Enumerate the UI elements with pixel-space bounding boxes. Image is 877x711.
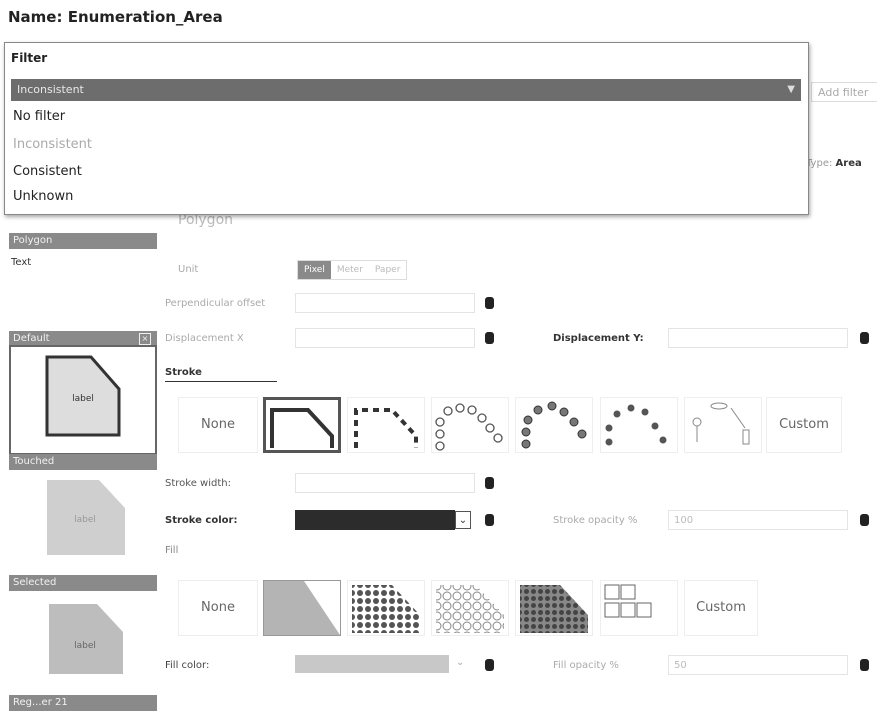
fill-option-custom[interactable]: Custom	[684, 580, 758, 636]
stroke-option-circles[interactable]	[431, 397, 509, 453]
touched-style-preview[interactable]: label	[9, 470, 157, 580]
stroke-option-dashed[interactable]	[347, 397, 425, 453]
stroke-opacity-label: Stroke opacity %	[553, 515, 638, 526]
polygon-sample-label: label	[74, 515, 96, 525]
filter-select[interactable]: Inconsistent ▼	[11, 79, 801, 101]
fill-symbols-icon	[604, 584, 652, 618]
unit-option-paper[interactable]: Paper	[369, 261, 407, 279]
filter-label: Filter	[11, 51, 48, 65]
stroke-spaced-dots-icon	[605, 404, 667, 446]
database-icon[interactable]	[860, 514, 869, 526]
sidebar-tab-polygon[interactable]: Polygon	[9, 233, 157, 249]
selected-style-preview[interactable]: label	[9, 592, 157, 702]
filter-selected-value: Inconsistent	[17, 83, 84, 96]
fill-option-dots[interactable]	[347, 580, 425, 636]
fill-solid-icon	[264, 581, 340, 635]
stroke-color-label: Stroke color:	[165, 515, 238, 526]
stroke-width-input[interactable]	[295, 473, 475, 493]
perpendicular-offset-label: Perpendicular offset	[165, 298, 266, 309]
stroke-opacity-input[interactable]: 100	[668, 510, 848, 530]
fill-circles-icon	[436, 585, 504, 633]
stroke-color-swatch[interactable]	[295, 510, 455, 530]
database-icon[interactable]	[485, 332, 494, 344]
stroke-option-custom[interactable]: Custom	[766, 397, 842, 453]
displacement-x-input[interactable]	[295, 328, 475, 348]
chevron-down-icon[interactable]: ⌄	[455, 511, 471, 529]
fill-dots-icon	[352, 585, 420, 633]
fill-option-solid[interactable]	[263, 580, 341, 636]
stroke-dots-icon	[521, 401, 587, 449]
close-icon[interactable]: ×	[139, 333, 151, 345]
sidebar-item-text[interactable]: Text	[11, 257, 31, 268]
stroke-option-dots[interactable]	[515, 397, 593, 453]
fill-section-title: Fill	[165, 545, 179, 556]
fill-opacity-input[interactable]: 50	[668, 655, 848, 675]
fill-option-none[interactable]: None	[178, 580, 258, 636]
perpendicular-offset-input[interactable]	[295, 293, 475, 313]
unit-option-meter[interactable]: Meter	[331, 261, 369, 279]
stroke-option-spaced-dots[interactable]	[600, 397, 678, 453]
chevron-down-icon[interactable]: ⌄	[456, 657, 464, 668]
chevron-down-icon: ▼	[787, 84, 795, 95]
database-icon[interactable]	[860, 332, 869, 344]
polygon-touched-icon: label	[47, 480, 125, 555]
stroke-dashed-icon	[354, 408, 418, 448]
unit-label: Unit	[178, 264, 199, 275]
sidebar-tab-bottom[interactable]: Reg...er 21	[9, 695, 157, 711]
unit-segmented-control[interactable]: Pixel Meter Paper	[297, 260, 408, 280]
displacement-x-label: Displacement X	[165, 333, 244, 344]
stroke-section-title: Stroke	[165, 367, 202, 378]
polygon-sample-label: label	[72, 394, 94, 404]
stroke-circles-icon	[435, 403, 503, 451]
touched-style-header: Touched	[9, 454, 157, 470]
polygon-sample-label: label	[74, 641, 96, 651]
stroke-option-solid[interactable]	[263, 397, 341, 453]
selected-style-header: Selected	[9, 575, 157, 591]
filter-option-no-filter[interactable]: No filter	[13, 109, 65, 124]
fill-dense-dots-icon	[520, 585, 588, 633]
database-icon[interactable]	[485, 514, 494, 526]
default-style-preview[interactable]: label	[9, 345, 157, 455]
database-icon[interactable]	[485, 659, 494, 671]
database-icon[interactable]	[860, 659, 869, 671]
type-label: Type: Area	[806, 158, 862, 169]
stroke-option-none[interactable]: None	[178, 397, 258, 453]
filter-option-unknown[interactable]: Unknown	[13, 189, 73, 204]
stroke-width-label: Stroke width:	[165, 478, 231, 489]
fill-option-dense-dots[interactable]	[515, 580, 593, 636]
divider	[165, 381, 277, 382]
displacement-y-input[interactable]	[668, 328, 848, 348]
fill-color-swatch[interactable]	[295, 655, 449, 673]
polygon-preview-icon: label	[45, 355, 121, 437]
database-icon[interactable]	[485, 297, 494, 309]
filter-option-consistent[interactable]: Consistent	[13, 164, 82, 179]
fill-opacity-label: Fill opacity %	[553, 660, 619, 671]
add-filter-button[interactable]: Add filter	[811, 82, 877, 102]
fill-option-symbols[interactable]	[600, 580, 678, 636]
unit-option-pixel[interactable]: Pixel	[298, 261, 331, 279]
fill-option-circles[interactable]	[431, 580, 509, 636]
polygon-selected-icon: label	[49, 604, 123, 674]
fill-color-label: Fill color:	[165, 660, 210, 671]
stroke-solid-icon	[270, 408, 334, 448]
displacement-y-label: Displacement Y:	[553, 333, 644, 344]
filter-option-inconsistent[interactable]: Inconsistent	[13, 137, 92, 152]
filter-dropdown[interactable]: Filter Inconsistent ▼ No filter Inconsis…	[4, 42, 809, 215]
database-icon[interactable]	[485, 477, 494, 489]
page-title: Name: Enumeration_Area	[8, 8, 223, 26]
stroke-symbols-icon	[692, 402, 750, 445]
stroke-option-symbols[interactable]	[684, 397, 762, 453]
